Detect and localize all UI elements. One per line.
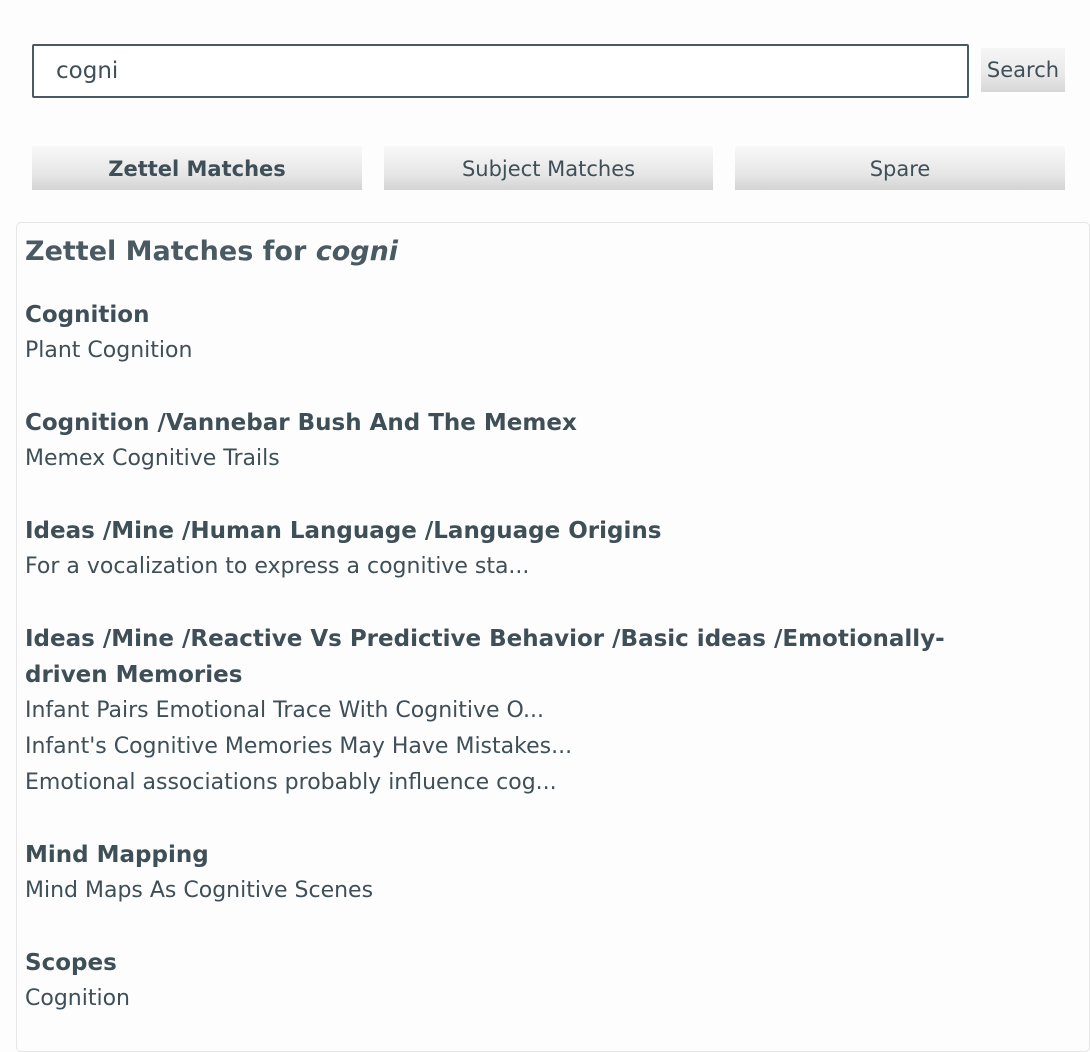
- zettel-link[interactable]: For a vocalization to express a cognitiv…: [25, 549, 1089, 585]
- zettel-link[interactable]: Mind Maps As Cognitive Scenes: [25, 873, 1089, 909]
- zettel-link[interactable]: Infant's Cognitive Memories May Have Mis…: [25, 729, 1089, 765]
- result-group: Scopes Cognition: [25, 945, 1089, 1017]
- subject-heading[interactable]: Ideas /Mine /Reactive Vs Predictive Beha…: [25, 621, 1025, 693]
- result-group: Ideas /Mine /Human Language /Language Or…: [25, 513, 1089, 585]
- search-button[interactable]: Search: [981, 48, 1065, 92]
- tab-spare[interactable]: Spare: [735, 146, 1065, 190]
- results-title-prefix: Zettel Matches for: [25, 236, 316, 267]
- result-group: Mind Mapping Mind Maps As Cognitive Scen…: [25, 837, 1089, 909]
- subject-heading[interactable]: Cognition /Vannebar Bush And The Memex: [25, 405, 1025, 441]
- tab-zettel-matches[interactable]: Zettel Matches: [32, 146, 362, 190]
- result-group: Cognition /Vannebar Bush And The Memex M…: [25, 405, 1089, 477]
- zettel-link[interactable]: Cognition: [25, 981, 1089, 1017]
- subject-heading[interactable]: Scopes: [25, 945, 1025, 981]
- subject-heading[interactable]: Ideas /Mine /Human Language /Language Or…: [25, 513, 1025, 549]
- subject-heading[interactable]: Cognition: [25, 297, 1025, 333]
- results-list: Cognition Plant Cognition Cognition /Van…: [25, 297, 1089, 1017]
- subject-heading[interactable]: Mind Mapping: [25, 837, 1025, 873]
- search-input[interactable]: [32, 44, 969, 98]
- results-panel: Zettel Matches for cogni Cognition Plant…: [16, 222, 1090, 1052]
- zettel-link[interactable]: Emotional associations probably influenc…: [25, 765, 1089, 801]
- zettel-link[interactable]: Infant Pairs Emotional Trace With Cognit…: [25, 693, 1089, 729]
- zettel-link[interactable]: Plant Cognition: [25, 333, 1089, 369]
- tab-subject-matches[interactable]: Subject Matches: [384, 146, 713, 190]
- results-title: Zettel Matches for cogni: [25, 233, 1089, 271]
- zettel-link[interactable]: Memex Cognitive Trails: [25, 441, 1089, 477]
- result-group: Ideas /Mine /Reactive Vs Predictive Beha…: [25, 621, 1089, 801]
- result-group: Cognition Plant Cognition: [25, 297, 1089, 369]
- results-title-query: cogni: [315, 236, 399, 267]
